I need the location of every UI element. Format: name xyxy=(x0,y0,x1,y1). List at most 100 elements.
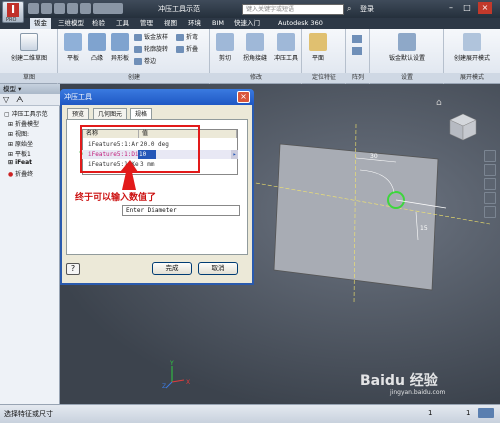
fold-icon xyxy=(176,46,184,53)
lofted-flange-button[interactable]: 钣金放样 xyxy=(134,33,168,43)
pan-icon[interactable] xyxy=(484,164,496,176)
dimension-label-15[interactable]: 15 xyxy=(420,225,428,232)
tree-item-view-label: 视图: xyxy=(14,131,29,138)
minimize-icon[interactable]: – xyxy=(444,2,458,14)
status-panel-icon[interactable] xyxy=(478,408,494,418)
corner-seam-button[interactable]: 拐角接缝 xyxy=(240,33,270,62)
watermark-url: jingyan.baidu.com xyxy=(390,389,446,396)
group-label-flat-pattern: 展开模式 xyxy=(444,73,500,83)
filter-icon[interactable]: ▽ xyxy=(3,95,9,104)
app-menu-button[interactable]: I PRO xyxy=(2,1,24,23)
tab-environments[interactable]: 环境 xyxy=(184,18,205,29)
dialog-close-button[interactable]: × xyxy=(237,91,250,103)
rectangular-pattern-icon[interactable] xyxy=(352,35,362,43)
help-search-input[interactable]: 键入关键字或短语 xyxy=(242,4,344,15)
tab-get-started[interactable]: 快速入门 xyxy=(230,18,264,29)
navigation-wheel-icon[interactable] xyxy=(484,150,496,162)
finish-button[interactable]: 完成 xyxy=(152,262,192,275)
group-label-sketch: 草图 xyxy=(0,73,58,83)
redo-icon[interactable] xyxy=(80,3,91,14)
plane-button[interactable]: 平面 xyxy=(306,33,330,62)
flange-label: 凸缘 xyxy=(90,55,103,62)
group-label-pattern: 阵列 xyxy=(346,73,370,83)
fold-button[interactable]: 折叠 xyxy=(176,45,198,55)
tab-geometry[interactable]: 几何图元 xyxy=(93,108,128,119)
tab-bim[interactable]: BIM xyxy=(208,18,228,29)
axis-y-label: Y xyxy=(170,360,174,367)
login-link[interactable]: 登录 xyxy=(360,4,374,14)
tab-inspect[interactable]: 检验 xyxy=(88,18,109,29)
tab-manage[interactable]: 管理 xyxy=(136,18,157,29)
browser-header[interactable]: 模型 ▾ xyxy=(0,84,60,94)
tab-preview[interactable]: 预览 xyxy=(67,108,90,119)
dimension-label-30[interactable]: 30 xyxy=(370,153,378,160)
tree-item-ifeature[interactable]: ⊞ iFeat xyxy=(8,159,32,166)
flange-button[interactable]: 凸缘 xyxy=(86,33,108,62)
axis-z-line xyxy=(165,381,173,389)
bend-button[interactable]: 折弯 xyxy=(176,33,198,43)
look-at-icon[interactable] xyxy=(484,206,496,218)
lofted-flange-label: 钣金放样 xyxy=(144,34,169,41)
save-icon[interactable] xyxy=(54,3,65,14)
cancel-button[interactable]: 取消 xyxy=(198,262,238,275)
tab-size[interactable]: 规格 xyxy=(130,108,153,119)
hem-button[interactable]: 卷边 xyxy=(134,57,156,67)
tree-item-face1-label: 平板1 xyxy=(14,151,31,158)
search-icon[interactable]: ⌕ xyxy=(347,4,357,14)
tab-3d-model[interactable]: 三维模型 xyxy=(54,18,88,29)
group-label-create: 创建 xyxy=(58,73,210,83)
help-button[interactable]: ? xyxy=(66,263,80,275)
group-label-work-features: 定位特征 xyxy=(302,73,346,83)
punch-tool-button[interactable]: 冲压工具 xyxy=(272,33,300,62)
orbit-icon[interactable] xyxy=(484,192,496,204)
lofted-flange-icon xyxy=(134,34,142,41)
sheet-metal-defaults-button[interactable]: 钣金默认设置 xyxy=(374,33,440,62)
axis-z-label: Z xyxy=(162,383,167,390)
home-view-icon[interactable]: ⌂ xyxy=(436,98,442,108)
zoom-icon[interactable] xyxy=(484,178,496,190)
create-2d-sketch-label: 创建二维草图 xyxy=(10,55,47,62)
contour-roll-button[interactable]: 轮廓旋转 xyxy=(134,45,168,55)
material-dropdown[interactable] xyxy=(93,3,123,14)
tab-tools[interactable]: 工具 xyxy=(112,18,133,29)
tab-sheet-metal[interactable]: 钣金 xyxy=(30,18,51,29)
tree-item-root[interactable]: ▢ 冲压工具示范 xyxy=(4,109,48,118)
undo-icon[interactable] xyxy=(67,3,78,14)
dropdown-arrow-icon[interactable]: ▸ xyxy=(231,150,238,159)
contour-roll-label: 轮廓旋转 xyxy=(144,46,169,53)
expand-icon: ⊞ xyxy=(8,151,15,158)
tree-item-origin[interactable]: ⊞ 原始坐 xyxy=(8,139,33,148)
tree-item-folded-model[interactable]: ⊞ 折叠模型 xyxy=(8,119,39,128)
close-icon[interactable]: × xyxy=(478,2,492,14)
status-count-2: 1 xyxy=(466,409,471,417)
cut-button[interactable]: 剪切 xyxy=(212,33,238,62)
circular-pattern-icon[interactable] xyxy=(352,47,362,55)
window-title: 冲压工具示范 xyxy=(158,5,200,13)
contour-flange-button[interactable]: 异形板 xyxy=(108,33,132,62)
hem-icon xyxy=(134,58,142,65)
sheet-metal-defaults-label: 钣金默认设置 xyxy=(388,55,425,62)
dialog-title[interactable]: 冲压工具 xyxy=(60,89,254,105)
cut-label: 剪切 xyxy=(218,55,231,62)
create-2d-sketch-button[interactable]: 创建二维草图 xyxy=(6,33,52,62)
view-cube[interactable] xyxy=(448,112,478,142)
tree-item-end-of-folded[interactable]: ● 折叠终 xyxy=(8,169,33,178)
create-flat-pattern-button[interactable]: 创建展开模式 xyxy=(446,33,498,62)
new-file-icon[interactable] xyxy=(28,3,39,14)
tab-autodesk-360[interactable]: Autodesk 360 xyxy=(274,18,327,29)
tree-item-folded-model-label: 折叠模型 xyxy=(14,121,39,128)
axis-x-label: X xyxy=(186,379,191,386)
flat-pattern-icon xyxy=(463,33,481,51)
find-icon[interactable]: ᗅ xyxy=(16,95,24,105)
group-label-setup: 设置 xyxy=(370,73,444,83)
open-file-icon[interactable] xyxy=(41,3,52,14)
tree-item-view[interactable]: ⊞ 视图: xyxy=(8,129,29,138)
plane-label: 平面 xyxy=(311,55,324,62)
tab-view[interactable]: 视图 xyxy=(160,18,181,29)
sheet-metal-defaults-icon xyxy=(398,33,416,51)
maximize-icon[interactable]: □ xyxy=(460,2,474,14)
annotation-text: 终于可以输入数值了 xyxy=(75,193,157,203)
tree-item-face1[interactable]: ⊞ 平板1 xyxy=(8,149,31,158)
face-button[interactable]: 平板 xyxy=(62,33,84,62)
part-icon: ▢ xyxy=(4,111,12,118)
